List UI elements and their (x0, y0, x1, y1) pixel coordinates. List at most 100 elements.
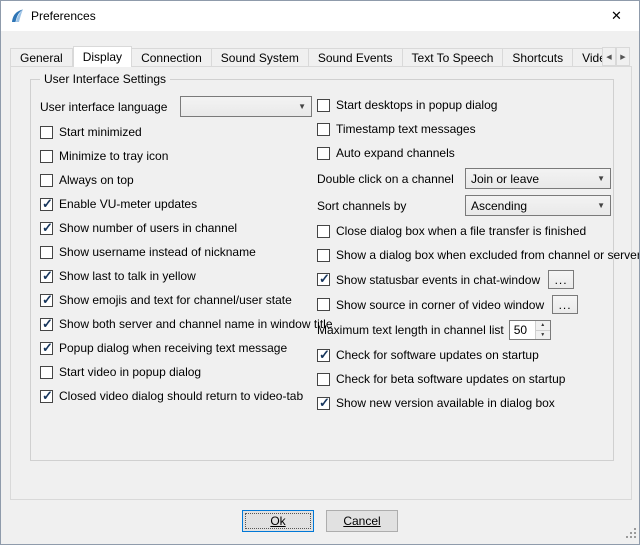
checkbox-timestamp-text-messages[interactable]: Timestamp text messages (317, 120, 613, 138)
checkbox-box[interactable] (40, 366, 53, 379)
tab-general[interactable]: General (10, 48, 73, 67)
checkbox-popup-dialog-text-message[interactable]: Popup dialog when receiving text message (40, 339, 312, 357)
checkbox-label: Minimize to tray icon (59, 149, 168, 163)
checkbox-box[interactable] (317, 349, 330, 362)
window-title: Preferences (31, 9, 96, 23)
checkbox-label: Auto expand channels (336, 146, 455, 160)
checkbox-box[interactable] (40, 390, 53, 403)
language-row: User interface language ▼ (40, 96, 312, 117)
checkbox-label: Show both server and channel name in win… (59, 317, 333, 331)
checkbox-close-dialog-file-transfer[interactable]: Close dialog box when a file transfer is… (317, 222, 613, 240)
resize-grip[interactable] (625, 527, 637, 542)
checkbox-box[interactable] (317, 373, 330, 386)
checkbox-box[interactable] (317, 273, 330, 286)
checkbox-box[interactable] (317, 249, 330, 262)
double-click-row: Double click on a channel Join or leave … (317, 168, 613, 189)
checkbox-box[interactable] (317, 123, 330, 136)
checkbox-label: Close dialog box when a file transfer is… (336, 224, 586, 238)
cancel-button[interactable]: Cancel (326, 510, 398, 532)
checkbox-minimize-to-tray-icon[interactable]: Minimize to tray icon (40, 147, 312, 165)
ok-button[interactable]: Ok (242, 510, 314, 532)
max-text-length-spinner[interactable]: 50 ▲ ▼ (509, 320, 551, 340)
cancel-button-label: Cancel (343, 514, 380, 528)
checkbox-label: Popup dialog when receiving text message (59, 341, 287, 355)
checkbox-always-on-top[interactable]: Always on top (40, 171, 312, 189)
checkbox-show-source-video-row[interactable]: Show source in corner of video window ..… (317, 295, 613, 314)
checkbox-enable-vu-meter-updates[interactable]: Enable VU-meter updates (40, 195, 312, 213)
spinner-value: 50 (510, 321, 535, 339)
checkbox-label: Show last to talk in yellow (59, 269, 196, 283)
checkbox-box[interactable] (40, 222, 53, 235)
checkbox-box[interactable] (40, 198, 53, 211)
checkbox-closed-video-return-to-tab[interactable]: Closed video dialog should return to vid… (40, 387, 312, 405)
checkbox-show-new-version-dialog[interactable]: Show new version available in dialog box (317, 394, 613, 412)
checkbox-show-last-to-talk-in-yellow[interactable]: Show last to talk in yellow (40, 267, 312, 285)
checkbox-box[interactable] (317, 225, 330, 238)
sort-channels-row: Sort channels by Ascending ▼ (317, 195, 613, 216)
checkbox-start-minimized[interactable]: Start minimized (40, 123, 312, 141)
checkbox-box[interactable] (40, 342, 53, 355)
checkbox-show-emojis-and-text[interactable]: Show emojis and text for channel/user st… (40, 291, 312, 309)
tab-text-to-speech[interactable]: Text To Speech (403, 48, 504, 67)
tab-sound-events[interactable]: Sound Events (309, 48, 403, 67)
video-source-more-button[interactable]: ... (552, 295, 578, 314)
checkbox-label: Show username instead of nickname (59, 245, 256, 259)
max-text-length-label: Maximum text length in channel list (317, 323, 504, 337)
checkbox-label: Timestamp text messages (336, 122, 476, 136)
close-icon: ✕ (611, 8, 622, 24)
checkbox-label: Show source in corner of video window (336, 298, 544, 312)
checkbox-box[interactable] (317, 99, 330, 112)
chevron-left-icon: ◀ (606, 53, 611, 61)
chevron-down-icon: ▼ (597, 174, 605, 183)
checkbox-label: Start minimized (59, 125, 142, 139)
group-user-interface-settings: User Interface Settings User interface l… (30, 79, 614, 461)
checkbox-box[interactable] (40, 150, 53, 163)
checkbox-label: Start video in popup dialog (59, 365, 201, 379)
double-click-select[interactable]: Join or leave ▼ (465, 168, 611, 189)
checkbox-box[interactable] (40, 174, 53, 187)
checkbox-box[interactable] (40, 270, 53, 283)
statusbar-events-more-button[interactable]: ... (548, 270, 574, 289)
checkbox-box[interactable] (317, 298, 330, 311)
tab-sound-system[interactable]: Sound System (212, 48, 309, 67)
tab-connection[interactable]: Connection (132, 48, 212, 67)
checkbox-label: Check for software updates on startup (336, 348, 539, 362)
checkbox-show-username-instead-of-nickname[interactable]: Show username instead of nickname (40, 243, 312, 261)
tab-scroll-buttons: ◀ ▶ (602, 47, 630, 66)
checkbox-box[interactable] (40, 126, 53, 139)
checkbox-dialog-when-excluded[interactable]: Show a dialog box when excluded from cha… (317, 246, 613, 264)
ellipsis-icon: ... (559, 298, 572, 312)
spinner-up-button[interactable]: ▲ (536, 321, 550, 330)
checkbox-box[interactable] (40, 294, 53, 307)
close-button[interactable]: ✕ (594, 1, 639, 31)
spinner-down-button[interactable]: ▼ (536, 330, 550, 340)
checkbox-check-software-updates[interactable]: Check for software updates on startup (317, 346, 613, 364)
tab-display[interactable]: Display (73, 46, 132, 67)
tab-scroll-left-button[interactable]: ◀ (602, 47, 616, 66)
double-click-label: Double click on a channel (317, 172, 465, 186)
checkbox-box[interactable] (40, 246, 53, 259)
sort-channels-select[interactable]: Ascending ▼ (465, 195, 611, 216)
checkbox-box[interactable] (317, 397, 330, 410)
ellipsis-icon: ... (555, 273, 568, 287)
language-select[interactable]: ▼ (180, 96, 312, 117)
checkbox-box[interactable] (40, 318, 53, 331)
checkbox-check-beta-updates[interactable]: Check for beta software updates on start… (317, 370, 613, 388)
language-label: User interface language (40, 100, 167, 114)
checkbox-show-server-and-channel-in-title[interactable]: Show both server and channel name in win… (40, 315, 312, 333)
checkbox-label: Closed video dialog should return to vid… (59, 389, 303, 403)
checkbox-label: Show new version available in dialog box (336, 396, 555, 410)
app-icon (9, 8, 25, 24)
tab-shortcuts[interactable]: Shortcuts (503, 48, 573, 67)
titlebar[interactable]: Preferences ✕ (1, 1, 639, 31)
tab-scroll-right-button[interactable]: ▶ (616, 47, 630, 66)
checkbox-box[interactable] (317, 147, 330, 160)
right-column: Start desktops in popup dialog Timestamp… (317, 96, 613, 412)
checkbox-show-number-of-users-in-channel[interactable]: Show number of users in channel (40, 219, 312, 237)
checkbox-start-video-in-popup[interactable]: Start video in popup dialog (40, 363, 312, 381)
checkbox-auto-expand-channels[interactable]: Auto expand channels (317, 144, 613, 162)
combo-value: Join or leave (471, 172, 591, 186)
checkbox-statusbar-events-row[interactable]: Show statusbar events in chat-window ... (317, 270, 613, 289)
spinner-buttons: ▲ ▼ (535, 321, 550, 339)
checkbox-start-desktops-in-popup[interactable]: Start desktops in popup dialog (317, 96, 613, 114)
